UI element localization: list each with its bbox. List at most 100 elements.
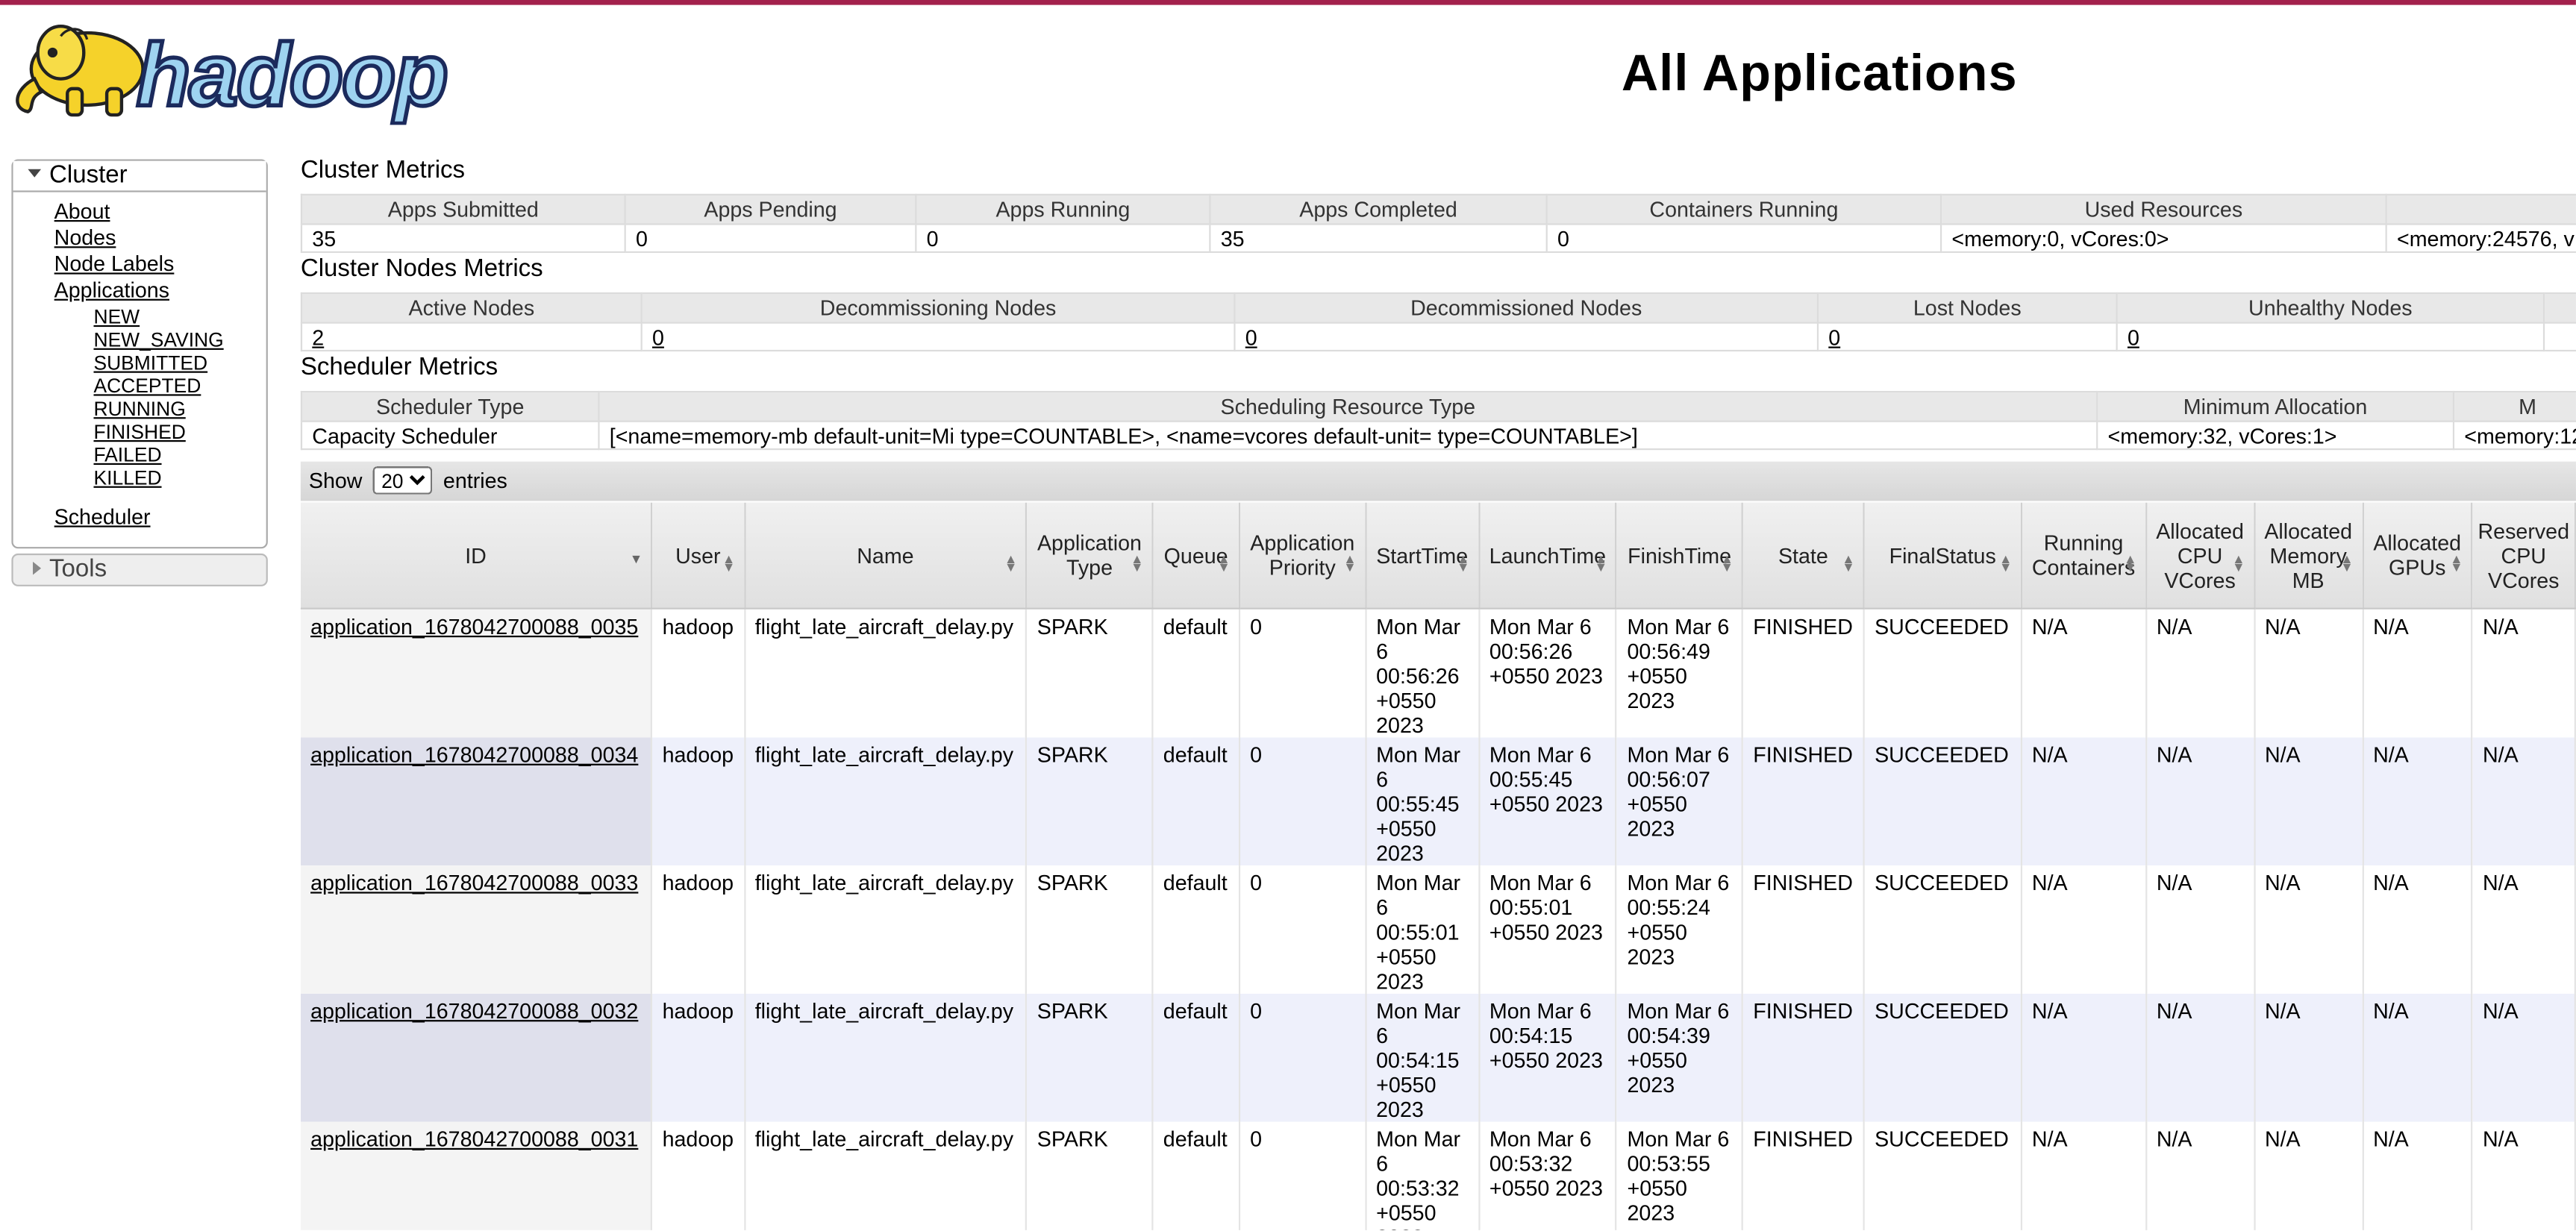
col-launch-time[interactable]: LaunchTime ▲ ▼ (1478, 502, 1618, 610)
col-queue[interactable]: Queue ▲ ▼ (1152, 502, 1240, 610)
nav-state-killed[interactable]: KILLED (93, 466, 223, 489)
col-start-time[interactable]: StartTime ▲ ▼ (1365, 502, 1480, 610)
sort-icon: ▲ ▼ (1457, 551, 1470, 575)
allocated-vcores-cell: N/A (2145, 1121, 2255, 1230)
user-cell: hadoop (651, 865, 745, 994)
apps-completed-value: 35 (1209, 223, 1548, 254)
state-cell: FINISHED (1742, 608, 1865, 738)
apps-header-row: ID ▼ User ▲ ▼ Name ▲ ▼ Application Type ▲ ▼ Que… (300, 502, 2576, 610)
col-containers-running: Containers Running (1545, 193, 1942, 225)
col-finish-time[interactable]: FinishTime ▲ ▼ (1616, 502, 1744, 610)
nav-link-nodes[interactable]: Nodes (54, 225, 175, 251)
type-cell: SPARK (1026, 865, 1154, 994)
app-id-link[interactable]: application_1678042700088_0031 (310, 1127, 638, 1151)
col-decommissioning-nodes: Decommissioning Nodes (640, 292, 1236, 324)
page-length-select[interactable]: 20 (373, 466, 433, 495)
nav-tools-header[interactable]: Tools (11, 553, 268, 586)
col-apps-completed: Apps Completed (1209, 193, 1548, 225)
nav-cluster-links: About Nodes Node Labels Applications (54, 198, 175, 304)
col-unhealthy-nodes: Unhealthy Nodes (2116, 292, 2545, 324)
table-row: application_1678042700088_0033 hadoop fl… (300, 865, 2576, 994)
allocated-vcores-cell: N/A (2145, 737, 2255, 866)
col-used-resources: Used Resources (1939, 193, 2387, 225)
col-allocated-cpu-vcores[interactable]: Allocated CPU VCores ▲ ▼ (2145, 502, 2255, 610)
col-state[interactable]: State ▲ ▼ (1742, 502, 1865, 610)
cluster-metrics-table: Apps Submitted Apps Pending Apps Running… (300, 193, 2576, 254)
nav-state-accepted[interactable]: ACCEPTED (93, 375, 223, 398)
unhealthy-nodes-link[interactable]: 0 (2116, 322, 2545, 352)
nav-state-new[interactable]: NEW (93, 305, 223, 328)
col-user[interactable]: User ▲ ▼ (651, 502, 745, 610)
app-id-link[interactable]: application_1678042700088_0033 (310, 871, 638, 895)
elephant-icon (16, 25, 145, 117)
nav-link-about[interactable]: About (54, 198, 175, 225)
sort-icon: ▲ ▼ (1130, 551, 1144, 575)
col-maximum-allocation: M (2452, 390, 2576, 422)
sort-icon: ▲ ▼ (1343, 551, 1357, 575)
start-time-cell: Mon Mar 6 00:56:26 +0550 2023 (1365, 608, 1480, 738)
allocated-gpus-cell: N/A (2362, 993, 2473, 1122)
running-containers-cell: N/A (2021, 608, 2147, 738)
user-cell: hadoop (651, 1121, 745, 1230)
col-reserved-cpu-vcores[interactable]: Reserved CPU VCores (2472, 502, 2576, 610)
col-running-containers[interactable]: Running Containers ▲ ▼ (2021, 502, 2147, 610)
col-id[interactable]: ID ▼ (300, 502, 653, 610)
col-application-priority[interactable]: Application Priority ▲ ▼ (1239, 502, 1366, 610)
col-name[interactable]: Name ▲ ▼ (744, 502, 1028, 610)
col-rebooted-nodes (2542, 292, 2576, 324)
final-status-cell: SUCCEEDED (1863, 993, 2022, 1122)
decommissioning-nodes-link[interactable]: 0 (640, 322, 1236, 352)
name-cell: flight_late_aircraft_delay.py (744, 1121, 1028, 1230)
lost-nodes-link[interactable]: 0 (1816, 322, 2118, 352)
user-cell: hadoop (651, 993, 745, 1122)
allocated-vcores-cell: N/A (2145, 608, 2255, 738)
start-time-cell: Mon Mar 6 00:55:01 +0550 2023 (1365, 865, 1480, 994)
active-nodes-link[interactable]: 2 (300, 322, 643, 352)
nav-state-running[interactable]: RUNNING (93, 398, 223, 421)
col-application-type[interactable]: Application Type ▲ ▼ (1026, 502, 1154, 610)
reserved-vcores-cell: N/A (2472, 865, 2576, 994)
nav-app-states: NEW NEW_SAVING SUBMITTED ACCEPTED RUNNIN… (93, 305, 223, 489)
nav-link-node-labels[interactable]: Node Labels (54, 251, 175, 278)
table-row: 2 0 0 0 0 0 (300, 322, 2576, 352)
col-allocated-memory-mb[interactable]: Allocated Memory MB ▲ ▼ (2254, 502, 2363, 610)
nav-state-failed[interactable]: FAILED (93, 443, 223, 466)
priority-cell: 0 (1239, 993, 1366, 1122)
col-apps-pending: Apps Pending (624, 193, 917, 225)
nav-link-scheduler[interactable]: Scheduler (54, 504, 151, 529)
table-row: application_1678042700088_0032 hadoop fl… (300, 993, 2576, 1122)
col-final-status[interactable]: FinalStatus ▲ ▼ (1863, 502, 2022, 610)
rebooted-nodes-link[interactable]: 0 (2542, 322, 2576, 352)
allocated-memory-cell: N/A (2254, 993, 2363, 1122)
finish-time-cell: Mon Mar 6 00:53:55 +0550 2023 (1616, 1121, 1744, 1230)
nav-link-applications[interactable]: Applications (54, 278, 175, 304)
nav-state-submitted[interactable]: SUBMITTED (93, 351, 223, 375)
app-id-link[interactable]: application_1678042700088_0035 (310, 614, 638, 639)
launch-time-cell: Mon Mar 6 00:56:26 +0550 2023 (1478, 608, 1618, 738)
app-id-link[interactable]: application_1678042700088_0034 (310, 742, 638, 767)
apps-submitted-value: 35 (300, 223, 626, 254)
scheduling-resource-type-value: [<name=memory-mb default-unit=Mi type=CO… (598, 420, 2098, 451)
allocated-memory-cell: N/A (2254, 1121, 2363, 1230)
decommissioned-nodes-link[interactable]: 0 (1234, 322, 1819, 352)
scheduler-metrics-title: Scheduler Metrics (300, 353, 498, 381)
nav-cluster-header[interactable]: Cluster (13, 160, 266, 192)
allocated-memory-cell: N/A (2254, 865, 2363, 994)
queue-cell: default (1152, 737, 1240, 866)
sort-icon: ▲ ▼ (2123, 551, 2137, 575)
nav-state-new-saving[interactable]: NEW_SAVING (93, 328, 223, 351)
state-cell: FINISHED (1742, 1121, 1865, 1230)
nav-state-finished[interactable]: FINISHED (93, 421, 223, 444)
col-minimum-allocation: Minimum Allocation (2096, 390, 2455, 422)
nav-cluster-label: Cluster (49, 160, 128, 189)
hadoop-logo[interactable]: hadoop (11, 16, 458, 125)
col-apps-submitted: Apps Submitted (300, 193, 626, 225)
apps-pending-value: 0 (624, 223, 917, 254)
state-cell: FINISHED (1742, 865, 1865, 994)
col-scheduling-resource-type: Scheduling Resource Type (598, 390, 2098, 422)
start-time-cell: Mon Mar 6 00:53:32 +0550 2023 (1365, 1121, 1480, 1230)
cluster-metrics-title: Cluster Metrics (300, 156, 466, 184)
app-id-link[interactable]: application_1678042700088_0032 (310, 999, 638, 1024)
col-allocated-gpus[interactable]: Allocated GPUs ▲ ▼ (2362, 502, 2473, 610)
scheduler-type-value: Capacity Scheduler (300, 420, 600, 451)
